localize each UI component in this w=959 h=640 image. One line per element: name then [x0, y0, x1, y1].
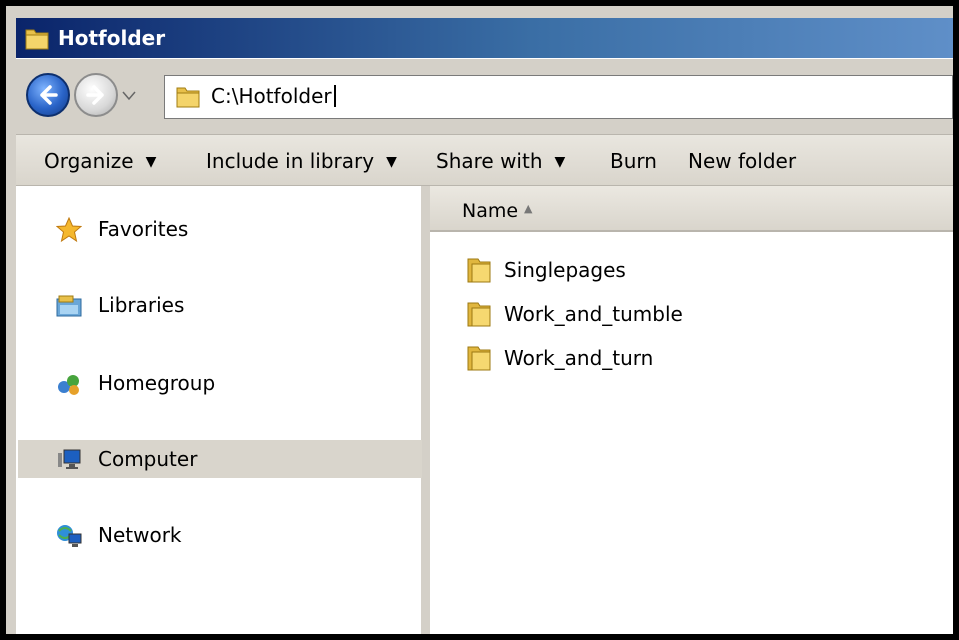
- include-in-library-label: Include in library: [206, 149, 375, 173]
- new-folder-label: New folder: [688, 149, 797, 173]
- burn-label: Burn: [610, 149, 657, 173]
- navigation-pane: Favorites Libraries Homegroup Computer N…: [16, 186, 424, 634]
- libraries-icon: [56, 295, 82, 317]
- folder-icon: [175, 84, 201, 115]
- chevron-down-icon: ▼: [145, 154, 157, 170]
- organize-label: Organize: [44, 149, 134, 173]
- nav-item-computer[interactable]: Computer: [18, 440, 422, 478]
- homegroup-icon: [58, 375, 79, 395]
- title-bar[interactable]: Hotfolder: [16, 18, 953, 58]
- computer-icon: [58, 449, 81, 469]
- folder-icon: [467, 258, 491, 283]
- column-header-label: Name: [462, 200, 519, 222]
- file-list-pane: Name ▲ Singlepages Work_and_tumble Work_…: [430, 186, 953, 634]
- include-in-library-menu[interactable]: Include in library ▼: [206, 149, 397, 173]
- explorer-window: Hotfolder C:\Hotfolder Organize ▼ Includ…: [6, 6, 953, 634]
- file-name: Singlepages: [504, 258, 626, 282]
- chevron-down-icon: ▼: [386, 154, 397, 170]
- forward-arrow-icon: [86, 85, 104, 105]
- file-item[interactable]: Singlepages: [430, 250, 953, 290]
- folder-icon: [467, 346, 491, 371]
- nav-item-network[interactable]: Network: [18, 516, 422, 554]
- nav-item-homegroup[interactable]: Homegroup: [18, 364, 422, 402]
- address-bar-row: C:\Hotfolder: [16, 58, 953, 134]
- command-bar: Organize ▼ Include in library ▼ Share with…: [16, 134, 953, 186]
- address-path[interactable]: C:\Hotfolder: [211, 85, 336, 107]
- nav-item-label: Libraries: [98, 293, 185, 317]
- address-input[interactable]: C:\Hotfolder: [164, 75, 953, 119]
- window-title: Hotfolder: [58, 26, 166, 50]
- nav-item-label: Network: [98, 523, 182, 547]
- nav-item-favorites[interactable]: Favorites: [18, 210, 422, 248]
- chevron-down-icon: ▼: [554, 154, 566, 170]
- share-with-menu[interactable]: Share with ▼: [436, 149, 565, 173]
- share-with-label: Share with: [436, 149, 543, 173]
- nav-item-label: Favorites: [98, 217, 189, 241]
- nav-item-label: Computer: [98, 447, 198, 471]
- sort-ascending-icon: ▲: [524, 202, 533, 215]
- recent-pages-icon[interactable]: [122, 91, 136, 101]
- nav-item-libraries[interactable]: Libraries: [18, 286, 422, 324]
- nav-item-label: Homegroup: [98, 371, 216, 395]
- file-name: Work_and_tumble: [504, 302, 683, 326]
- folder-icon: [467, 302, 491, 327]
- file-item[interactable]: Work_and_turn: [430, 338, 953, 378]
- network-icon: [57, 525, 82, 547]
- forward-button[interactable]: [74, 73, 118, 117]
- burn-button[interactable]: Burn: [610, 149, 657, 173]
- folder-icon: [24, 26, 50, 57]
- back-arrow-icon: [40, 85, 58, 105]
- back-button[interactable]: [26, 73, 70, 117]
- file-item[interactable]: Work_and_tumble: [430, 294, 953, 334]
- new-folder-button[interactable]: New folder: [688, 149, 796, 173]
- organize-menu[interactable]: Organize ▼: [44, 149, 156, 173]
- star-icon: [56, 217, 82, 243]
- file-name: Work_and_turn: [504, 346, 654, 370]
- column-header-name[interactable]: Name ▲: [430, 186, 953, 232]
